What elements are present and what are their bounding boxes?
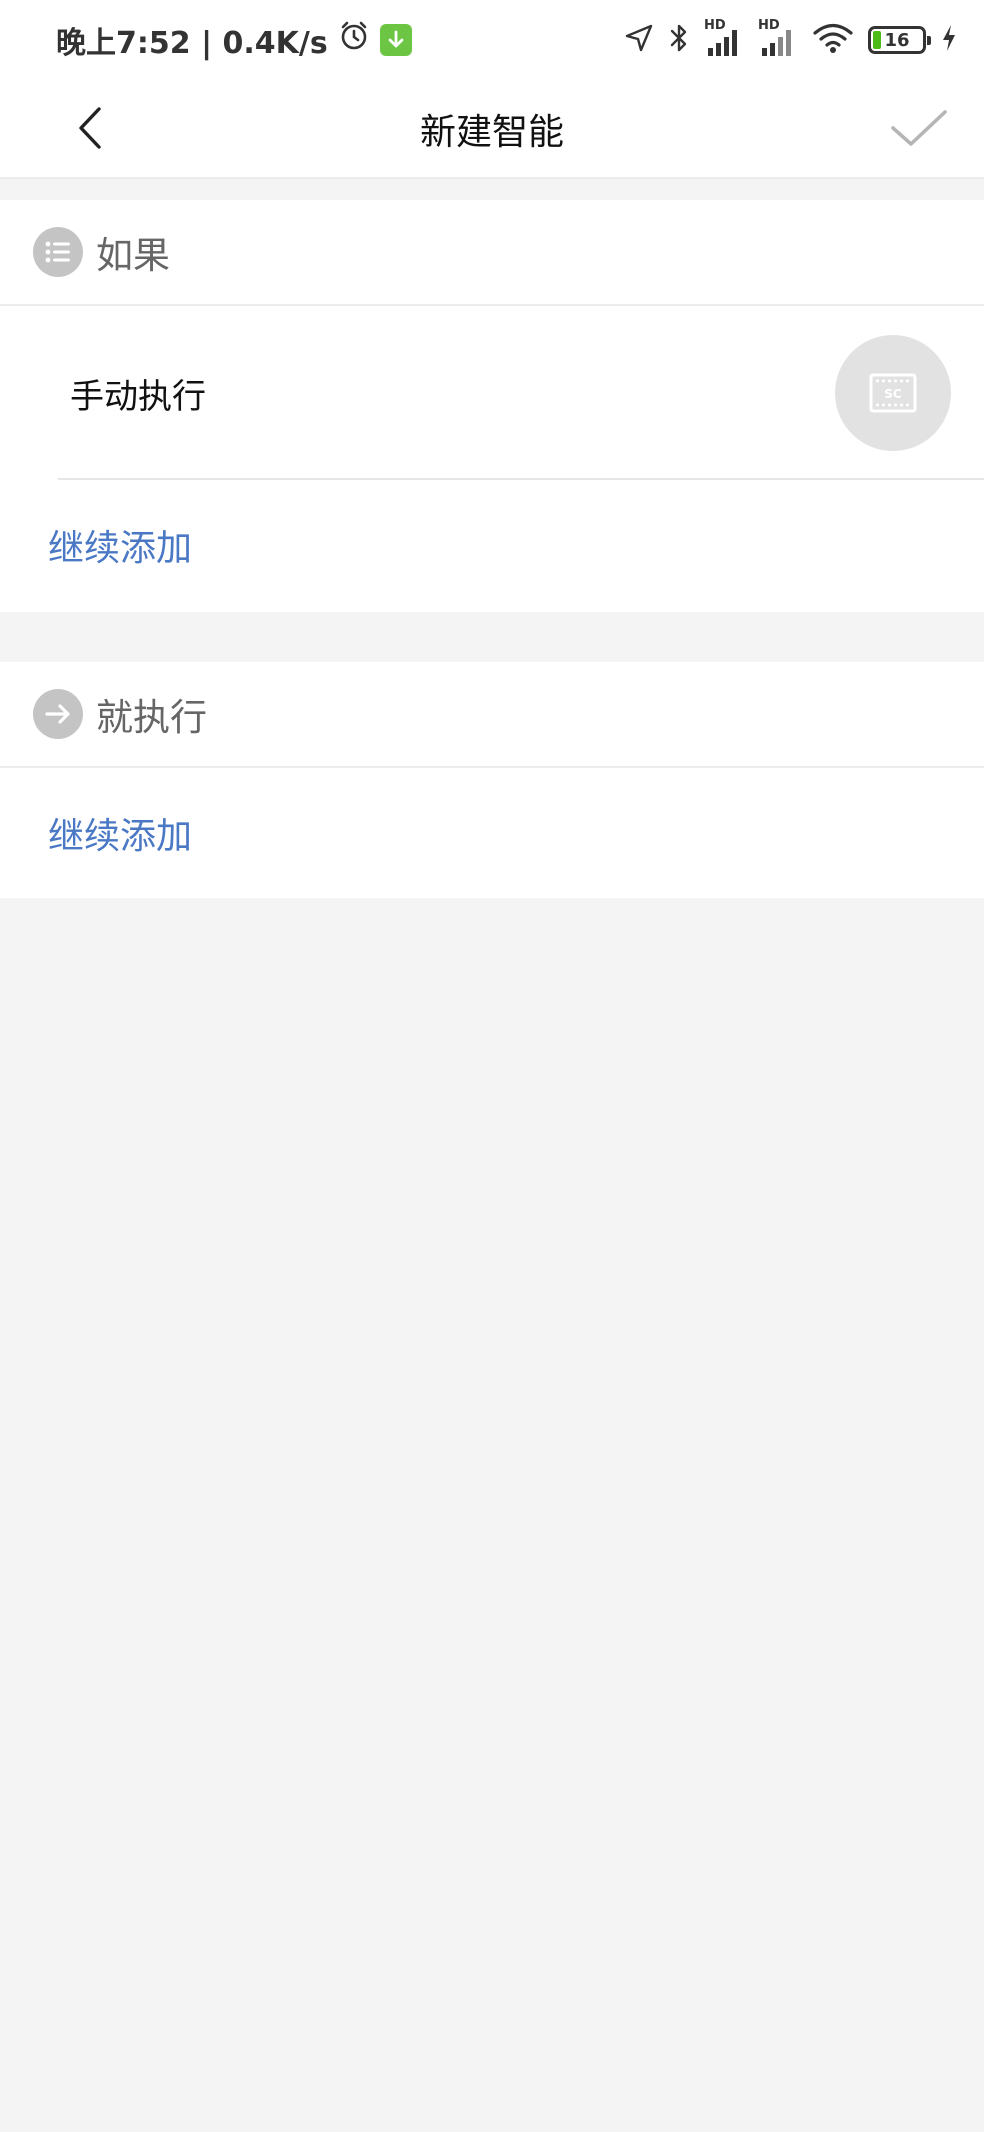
chevron-left-icon [79,107,101,149]
signal-icon: HD [704,18,744,58]
battery-icon: 16 [868,26,931,54]
then-add-more-button[interactable]: 继续添加 [0,768,984,898]
location-icon [624,23,654,57]
check-icon [891,110,947,146]
if-add-more-label: 继续添加 [48,528,193,569]
then-add-more-label: 继续添加 [48,816,193,857]
list-icon [33,227,83,277]
condition-label: 手动执行 [70,376,206,417]
back-button[interactable] [60,98,120,158]
status-right: HD HD 16 [624,18,958,62]
scene-icon[interactable]: SC [835,335,951,451]
if-section-header: 如果 [0,200,984,306]
bluetooth-icon [668,22,690,58]
charging-icon [940,23,958,57]
if-add-more-button[interactable]: 继续添加 [0,480,984,610]
signal-icon: HD [758,18,798,58]
battery-fill [873,31,881,49]
if-section-title: 如果 [96,234,170,277]
status-bar: 晚上7:52 | 0.4K/s HD HD 16 [0,0,984,78]
then-section-title: 就执行 [96,696,207,739]
alarm-icon [338,20,370,60]
arrow-right-icon [33,689,83,739]
then-section: 就执行 继续添加 [0,662,984,898]
scene-icon-text: SC [884,387,902,401]
status-left: 晚上7:52 | 0.4K/s [56,18,412,62]
nav-bar: 新建智能 [0,78,984,179]
confirm-button[interactable] [884,96,954,160]
then-section-header: 就执行 [0,662,984,768]
wifi-icon [812,21,854,59]
if-section: 如果 手动执行 SC 继续添加 [0,200,984,612]
status-time-speed: 晚上7:52 | 0.4K/s [56,26,328,61]
download-icon [379,24,412,56]
battery-level: 16 [884,29,910,51]
page-title: 新建智能 [419,111,564,153]
condition-row-manual[interactable]: 手动执行 SC [0,306,984,480]
